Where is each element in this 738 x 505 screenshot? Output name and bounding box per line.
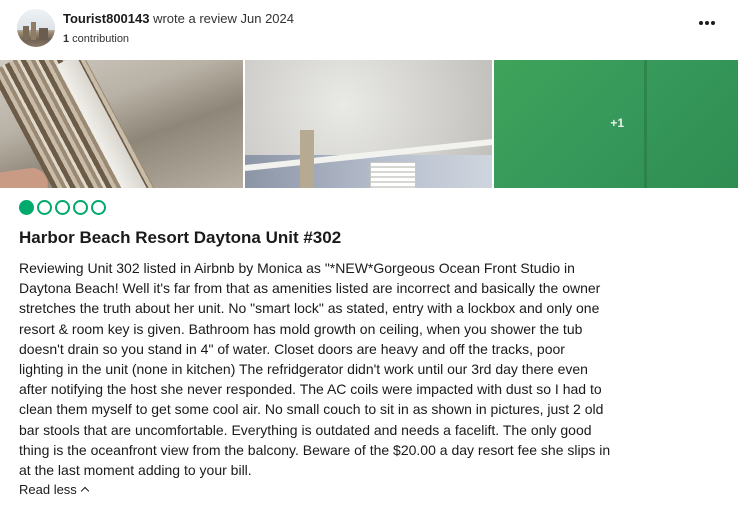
reviewer-name[interactable]: Tourist800143 — [63, 11, 149, 26]
review-body-line: stretches the truth about her unit. No "… — [19, 300, 600, 317]
rating-bubbles — [19, 200, 106, 216]
review-body-line: after notifying the host she never respo… — [19, 381, 602, 398]
review-body-line: thing is the oceanfront view from the ba… — [19, 441, 611, 458]
reviewer-line: Tourist800143 wrote a review Jun 2024 — [63, 11, 294, 26]
review-body-line: doesn't drain so you stand in 4" of wate… — [19, 340, 565, 357]
review-photos: +1 — [0, 60, 738, 188]
review-body-line: lighting in the unit (none in kitchen) T… — [19, 361, 588, 378]
read-less-button[interactable]: Read less — [19, 482, 90, 497]
review-photo-1[interactable] — [0, 60, 243, 188]
review-photo-2[interactable] — [244, 60, 493, 188]
review-body-line: resort & room key is given. Bathroom has… — [19, 320, 583, 337]
chevron-up-icon — [80, 486, 90, 496]
more-photos-count[interactable]: +1 — [610, 116, 624, 130]
review-date-text: wrote a review Jun 2024 — [149, 11, 294, 26]
review-title[interactable]: Harbor Beach Resort Daytona Unit #302 — [19, 228, 341, 248]
rating-bubble-filled — [19, 200, 34, 215]
contributions: 1 contribution — [63, 33, 129, 45]
review-body-line: at the last moment adding to your bill. — [19, 462, 252, 479]
review-photo-3[interactable]: +1 — [494, 60, 738, 188]
review-body: Reviewing Unit 302 listed in Airbnb by M… — [19, 258, 719, 480]
rating-bubble-empty — [37, 200, 52, 215]
rating-bubble-empty — [73, 200, 88, 215]
review-body-line: Daytona Beach! Well it's far from that a… — [19, 280, 601, 297]
review-header: Tourist800143 wrote a review Jun 2024 1 … — [17, 9, 721, 49]
review-body-line: clean them myself to get some cool air. … — [19, 401, 604, 418]
contributions-label: contribution — [69, 33, 130, 45]
reviewer-avatar[interactable] — [17, 9, 55, 47]
read-less-label: Read less — [19, 482, 77, 497]
more-options-icon[interactable] — [695, 13, 719, 33]
review-body-line: bar stools that are uncomfortable. Every… — [19, 421, 592, 438]
rating-bubble-empty — [91, 200, 106, 215]
rating-bubble-empty — [55, 200, 70, 215]
review-body-line: Reviewing Unit 302 listed in Airbnb by M… — [19, 260, 575, 276]
